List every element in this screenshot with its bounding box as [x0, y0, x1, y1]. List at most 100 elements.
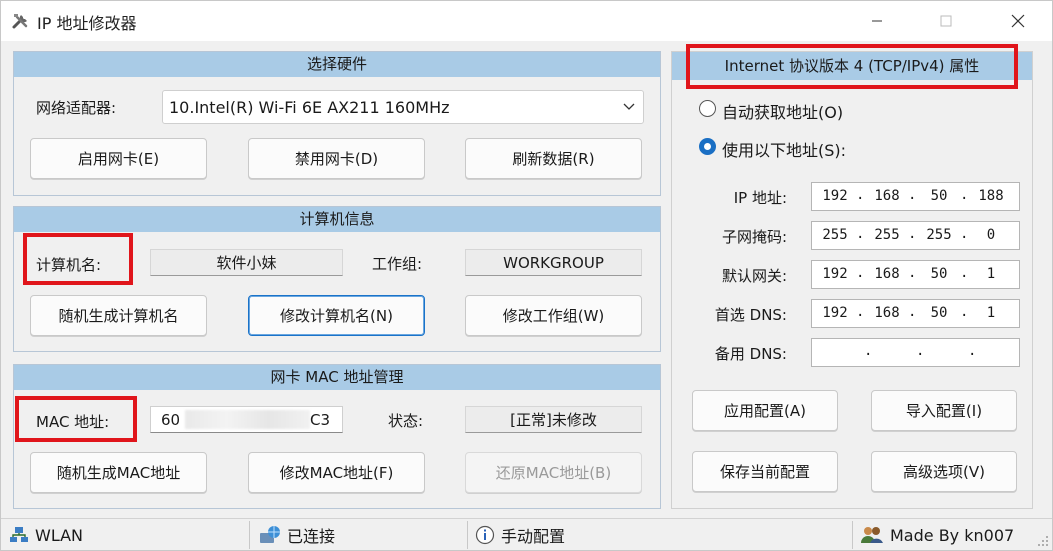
ip-dot: . [908, 304, 917, 320]
apply-config-button[interactable]: 应用配置(A) [692, 390, 838, 431]
hardware-panel-header: 选择硬件 [14, 52, 660, 77]
mac-address-prefix: 60 [161, 410, 181, 429]
app-window: IP 地址修改器 选择硬件 网络适配器: 10.Intel(R) Wi-Fi 6… [0, 0, 1053, 551]
close-button[interactable] [995, 1, 1041, 41]
adapter-select-value: 10.Intel(R) Wi-Fi 6E AX211 160MHz [169, 97, 450, 117]
restore-mac-button[interactable]: 还原MAC地址(B) [465, 452, 642, 493]
ip-dot: . [960, 187, 969, 203]
chevron-down-icon [623, 103, 635, 110]
alternate-dns-input[interactable]: . . . [811, 338, 1020, 367]
ip-dot: . [960, 226, 969, 242]
import-config-button[interactable]: 导入配置(I) [871, 390, 1017, 431]
status-author-text: Made By kn007 [890, 525, 1015, 545]
ip-dot: . [856, 265, 865, 281]
ipv4-panel: Internet 协议版本 4 (TCP/IPv4) 属性 自动获取地址(O) … [671, 51, 1033, 509]
mac-address-field[interactable]: 60 C3 [150, 406, 343, 433]
subnet-mask-input[interactable]: 255 . 255 . 255 . 0 [811, 221, 1020, 250]
ip-dot: . [908, 187, 917, 203]
tools-icon [12, 14, 28, 29]
auto-address-radio[interactable] [699, 100, 716, 117]
status-network: WLAN [9, 519, 83, 551]
mask-octet[interactable]: 0 [971, 227, 1011, 243]
save-config-button[interactable]: 保存当前配置 [692, 451, 838, 492]
maximize-button[interactable] [923, 1, 969, 41]
ip-octet[interactable]: 188 [971, 188, 1011, 204]
ip-address-input[interactable]: 192 . 168 . 50 . 188 [811, 182, 1020, 211]
advanced-options-button[interactable]: 高级选项(V) [871, 451, 1017, 492]
mac-state-label: 状态: [388, 412, 424, 430]
gateway-octet[interactable]: 192 [815, 266, 855, 282]
ip-dot: . [856, 226, 865, 242]
mask-octet[interactable]: 255 [815, 227, 855, 243]
adapter-label: 网络适配器: [36, 99, 117, 117]
random-mac-button[interactable]: 随机生成MAC地址 [30, 452, 207, 493]
workgroup-label: 工作组: [372, 255, 423, 273]
minimize-button[interactable] [854, 1, 900, 41]
mask-octet[interactable]: 255 [867, 227, 907, 243]
ip-dot: . [960, 304, 969, 320]
refresh-data-button[interactable]: 刷新数据(R) [465, 138, 642, 179]
title-bar: IP 地址修改器 [1, 1, 1052, 41]
status-connection: 已连接 [259, 519, 335, 551]
ip-dot: . [968, 343, 977, 359]
random-computer-name-button[interactable]: 随机生成计算机名 [30, 295, 207, 336]
ip-address-label: IP 地址: [733, 189, 787, 207]
dns-octet[interactable]: 1 [971, 305, 1011, 321]
manual-address-radio[interactable] [699, 138, 716, 155]
manual-address-label[interactable]: 使用以下地址(S): [722, 137, 846, 161]
mac-address-suffix: C3 [309, 410, 330, 429]
ip-dot: . [960, 265, 969, 281]
enable-adapter-button[interactable]: 启用网卡(E) [30, 138, 207, 179]
gateway-octet[interactable]: 1 [971, 266, 1011, 282]
computer-panel-header: 计算机信息 [14, 207, 660, 232]
status-network-text: WLAN [35, 525, 84, 545]
ip-dot: . [856, 187, 865, 203]
preferred-dns-label: 首选 DNS: [714, 306, 787, 324]
ip-dot: . [864, 343, 873, 359]
status-bar: WLAN 已连接 手动配置 Made By kn007 [1, 518, 1052, 550]
modify-workgroup-button[interactable]: 修改工作组(W) [465, 295, 642, 336]
close-icon [1011, 14, 1025, 28]
resize-grip-icon[interactable] [1037, 535, 1049, 547]
ip-octet[interactable]: 192 [815, 188, 855, 204]
computer-name-field[interactable]: 软件小妹 [150, 249, 343, 276]
dns-octet[interactable]: 168 [867, 305, 907, 321]
adapter-select[interactable]: 10.Intel(R) Wi-Fi 6E AX211 160MHz [162, 90, 644, 124]
ip-octet[interactable]: 168 [867, 188, 907, 204]
highlight-box [686, 44, 1018, 89]
modify-mac-button[interactable]: 修改MAC地址(F) [248, 452, 425, 493]
modify-computer-name-button[interactable]: 修改计算机名(N) [248, 295, 425, 336]
mac-panel-header: 网卡 MAC 地址管理 [14, 365, 660, 390]
status-mode-text: 手动配置 [501, 527, 566, 546]
minimize-icon [872, 20, 882, 22]
mask-octet[interactable]: 255 [919, 227, 959, 243]
workgroup-field[interactable]: WORKGROUP [465, 249, 642, 276]
preferred-dns-input[interactable]: 192 . 168 . 50 . 1 [811, 299, 1020, 328]
dns-octet[interactable]: 50 [919, 305, 959, 321]
status-author: Made By kn007 [860, 519, 1014, 551]
status-connection-text: 已连接 [287, 527, 336, 546]
mac-state-field: [正常]未修改 [465, 406, 642, 433]
alternate-dns-label: 备用 DNS: [714, 345, 787, 363]
status-separator [852, 521, 853, 549]
ip-dot: . [908, 265, 917, 281]
status-mode: 手动配置 [475, 519, 565, 551]
network-icon [10, 527, 28, 542]
gateway-octet[interactable]: 50 [919, 266, 959, 282]
dns-octet[interactable]: 192 [815, 305, 855, 321]
gateway-input[interactable]: 192 . 168 . 50 . 1 [811, 260, 1020, 289]
auto-address-label[interactable]: 自动获取地址(O) [722, 99, 843, 123]
gateway-octet[interactable]: 168 [867, 266, 907, 282]
hardware-panel: 选择硬件 网络适配器: 10.Intel(R) Wi-Fi 6E AX211 1… [13, 51, 661, 196]
disable-adapter-button[interactable]: 禁用网卡(D) [248, 138, 425, 179]
maximize-icon [940, 15, 952, 27]
globe-computer-icon [260, 526, 280, 543]
subnet-mask-label: 子网掩码: [721, 228, 787, 246]
ip-dot: . [916, 343, 925, 359]
redacted-blur [185, 410, 310, 429]
status-separator [249, 521, 250, 549]
ip-dot: . [908, 226, 917, 242]
ip-dot: . [856, 304, 865, 320]
ip-octet[interactable]: 50 [919, 188, 959, 204]
window-title: IP 地址修改器 [37, 14, 137, 33]
